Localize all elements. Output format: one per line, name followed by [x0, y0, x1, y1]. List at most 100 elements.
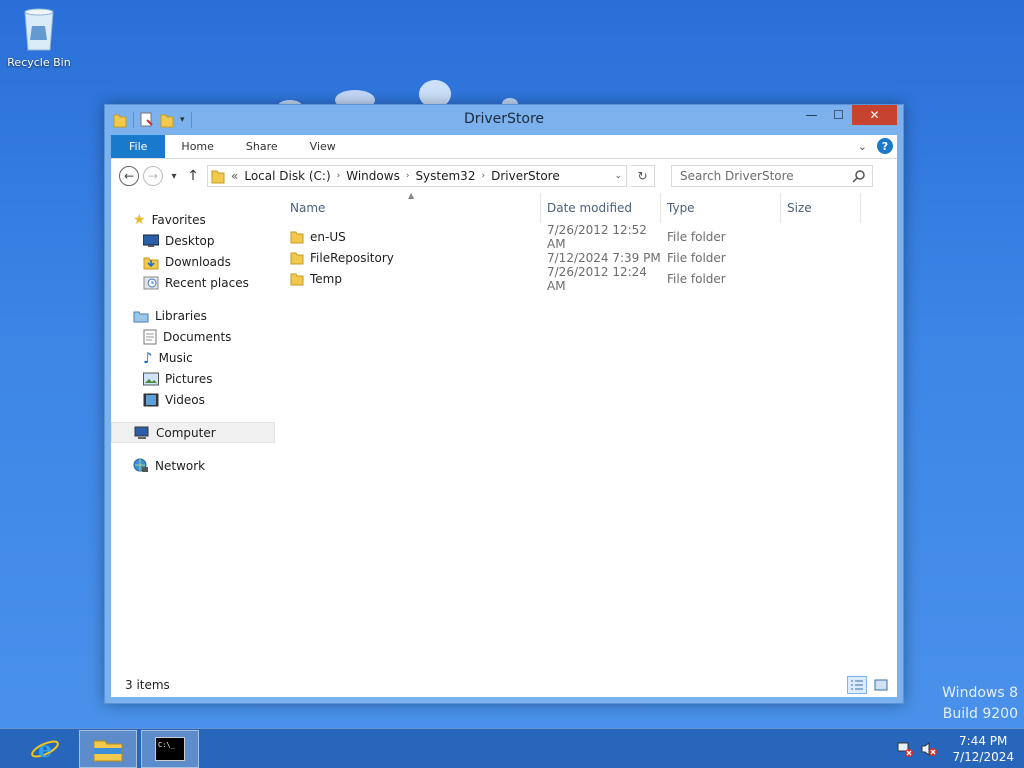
nav-item-network[interactable]: Network — [111, 455, 275, 476]
details-view-button[interactable] — [847, 676, 867, 694]
nav-item-music[interactable]: ♪ Music — [111, 347, 275, 368]
refresh-button[interactable]: ↻ — [631, 165, 655, 187]
nav-item-computer[interactable]: Computer — [111, 422, 275, 443]
nav-item-libraries[interactable]: Libraries — [111, 305, 275, 326]
recycle-bin-icon — [24, 8, 54, 51]
svg-text:C:\_: C:\_ — [158, 741, 176, 749]
nav-item-desktop[interactable]: Desktop — [111, 230, 275, 251]
title-bar[interactable]: ▾ DriverStore — ☐ ✕ — [105, 105, 903, 135]
nav-item-pictures[interactable]: Pictures — [111, 368, 275, 389]
recent-locations-chevron-icon[interactable]: ▾ — [167, 171, 181, 182]
computer-icon — [134, 426, 149, 439]
file-name-cell: Temp — [284, 272, 541, 286]
network-group: Network — [111, 455, 275, 476]
taskbar-file-explorer[interactable] — [79, 730, 137, 768]
nav-item-recent-places[interactable]: Recent places — [111, 272, 275, 293]
recycle-bin-desktop-icon[interactable]: Recycle Bin — [6, 6, 72, 69]
address-bar[interactable]: « Local Disk (C:) › Windows › System32 ›… — [207, 165, 627, 187]
nav-item-label: Desktop — [165, 233, 215, 248]
breadcrumb-system32[interactable]: System32 — [415, 169, 475, 183]
tab-home[interactable]: Home — [165, 135, 229, 158]
tab-view[interactable]: View — [294, 135, 352, 158]
explorer-content: ★ Favorites Desktop Downloads Recent pla… — [111, 191, 897, 675]
table-row[interactable]: en-US 7/26/2012 12:52 AM File folder — [284, 223, 897, 251]
taskbar-command-prompt[interactable]: C:\_ — [141, 730, 199, 768]
maximize-button[interactable]: ☐ — [825, 105, 852, 125]
breadcrumb-driverstore[interactable]: DriverStore — [491, 169, 560, 183]
volume-muted-icon[interactable] — [920, 740, 938, 758]
file-name-cell: en-US — [284, 230, 541, 244]
file-date: 7/12/2024 7:39 PM — [547, 250, 661, 265]
file-explorer-icon — [93, 740, 123, 762]
breadcrumb-chevron-icon[interactable]: › — [406, 171, 410, 181]
forward-arrow-icon: → — [147, 169, 159, 183]
build-line-2: Build 9200 — [942, 706, 1018, 722]
nav-item-documents[interactable]: Documents — [111, 326, 275, 347]
table-row[interactable]: Temp 7/26/2012 12:24 AM File folder — [284, 265, 897, 293]
taskbar-internet-explorer[interactable]: e — [16, 730, 74, 768]
nav-item-videos[interactable]: Videos — [111, 389, 275, 410]
file-date: 7/26/2012 12:52 AM — [547, 222, 647, 251]
tab-file[interactable]: File — [111, 135, 166, 158]
large-icons-view-button[interactable] — [871, 676, 891, 694]
column-header-type[interactable]: Type — [661, 193, 781, 223]
nav-item-label: Pictures — [165, 371, 213, 386]
nav-item-label: Recent places — [165, 275, 249, 290]
back-button[interactable]: ← — [119, 166, 139, 186]
recent-places-icon — [143, 276, 159, 289]
nav-item-label: Videos — [165, 392, 205, 407]
column-header-date-modified[interactable]: Date modified — [541, 193, 661, 223]
nav-item-label: Libraries — [155, 308, 207, 323]
nav-item-favorites[interactable]: ★ Favorites — [111, 209, 275, 230]
libraries-group: Libraries Documents ♪ Music Pictures Vid… — [111, 305, 275, 410]
search-box[interactable]: Search DriverStore — [671, 165, 873, 187]
file-name: FileRepository — [310, 250, 394, 265]
ribbon-right-controls: ⌄ ? — [858, 138, 893, 154]
window-title: DriverStore — [463, 111, 545, 127]
sort-ascending-icon: ▲ — [408, 191, 415, 200]
file-type: File folder — [667, 229, 726, 244]
star-icon: ★ — [133, 211, 146, 228]
up-button[interactable]: ↑ — [185, 168, 201, 184]
windows-build-watermark: Windows 8 Build 9200 — [942, 683, 1018, 725]
network-disconnected-icon[interactable] — [896, 740, 914, 758]
downloads-icon — [143, 257, 159, 269]
clock-time: 7:44 PM — [959, 734, 1008, 748]
network-icon — [133, 458, 148, 472]
column-header-size[interactable]: Size — [781, 193, 861, 223]
file-list: ▲ Name Date modified Type Size en-US 7/2… — [284, 191, 897, 675]
search-placeholder: Search DriverStore — [680, 169, 794, 183]
breadcrumb-chevron-icon[interactable]: › — [481, 171, 485, 181]
documents-icon — [143, 329, 157, 344]
view-toggle — [847, 676, 891, 694]
large-icons-view-icon — [874, 679, 888, 691]
file-date: 7/26/2012 12:24 AM — [547, 264, 647, 293]
nav-item-downloads[interactable]: Downloads — [111, 251, 275, 272]
favorites-group: ★ Favorites Desktop Downloads Recent pla… — [111, 209, 275, 293]
breadcrumb-windows[interactable]: Windows — [346, 169, 400, 183]
ribbon-tabs: File Home Share View ⌄ ? — [111, 135, 897, 159]
breadcrumb-local-disk[interactable]: Local Disk (C:) — [244, 169, 330, 183]
help-button[interactable]: ? — [877, 138, 893, 154]
desktop-icon — [143, 234, 159, 247]
navigation-pane: ★ Favorites Desktop Downloads Recent pla… — [111, 193, 275, 675]
close-button[interactable]: ✕ — [852, 105, 897, 125]
address-dropdown-chevron-icon[interactable]: ⌄ — [614, 171, 622, 181]
pictures-icon — [143, 372, 159, 385]
window-client-area: File Home Share View ⌄ ? ← → ▾ ↑ « Local… — [111, 135, 897, 697]
system-clock[interactable]: 7:44 PM 7/12/2024 — [952, 733, 1014, 765]
breadcrumb-overflow[interactable]: « — [231, 169, 238, 183]
tab-share[interactable]: Share — [230, 135, 294, 158]
details-view-icon — [851, 680, 863, 690]
breadcrumb-chevron-icon[interactable]: › — [337, 171, 341, 181]
nav-item-label: Computer — [156, 425, 216, 440]
file-type: File folder — [667, 271, 726, 286]
minimize-button[interactable]: — — [798, 105, 825, 125]
folder-icon — [290, 231, 304, 243]
search-icon[interactable] — [852, 169, 866, 183]
libraries-icon — [133, 311, 149, 322]
expand-ribbon-chevron-icon[interactable]: ⌄ — [858, 140, 867, 153]
file-rows: en-US 7/26/2012 12:52 AM File folder Fil… — [284, 223, 897, 293]
nav-item-label: Favorites — [151, 212, 206, 227]
forward-button[interactable]: → — [143, 166, 163, 186]
